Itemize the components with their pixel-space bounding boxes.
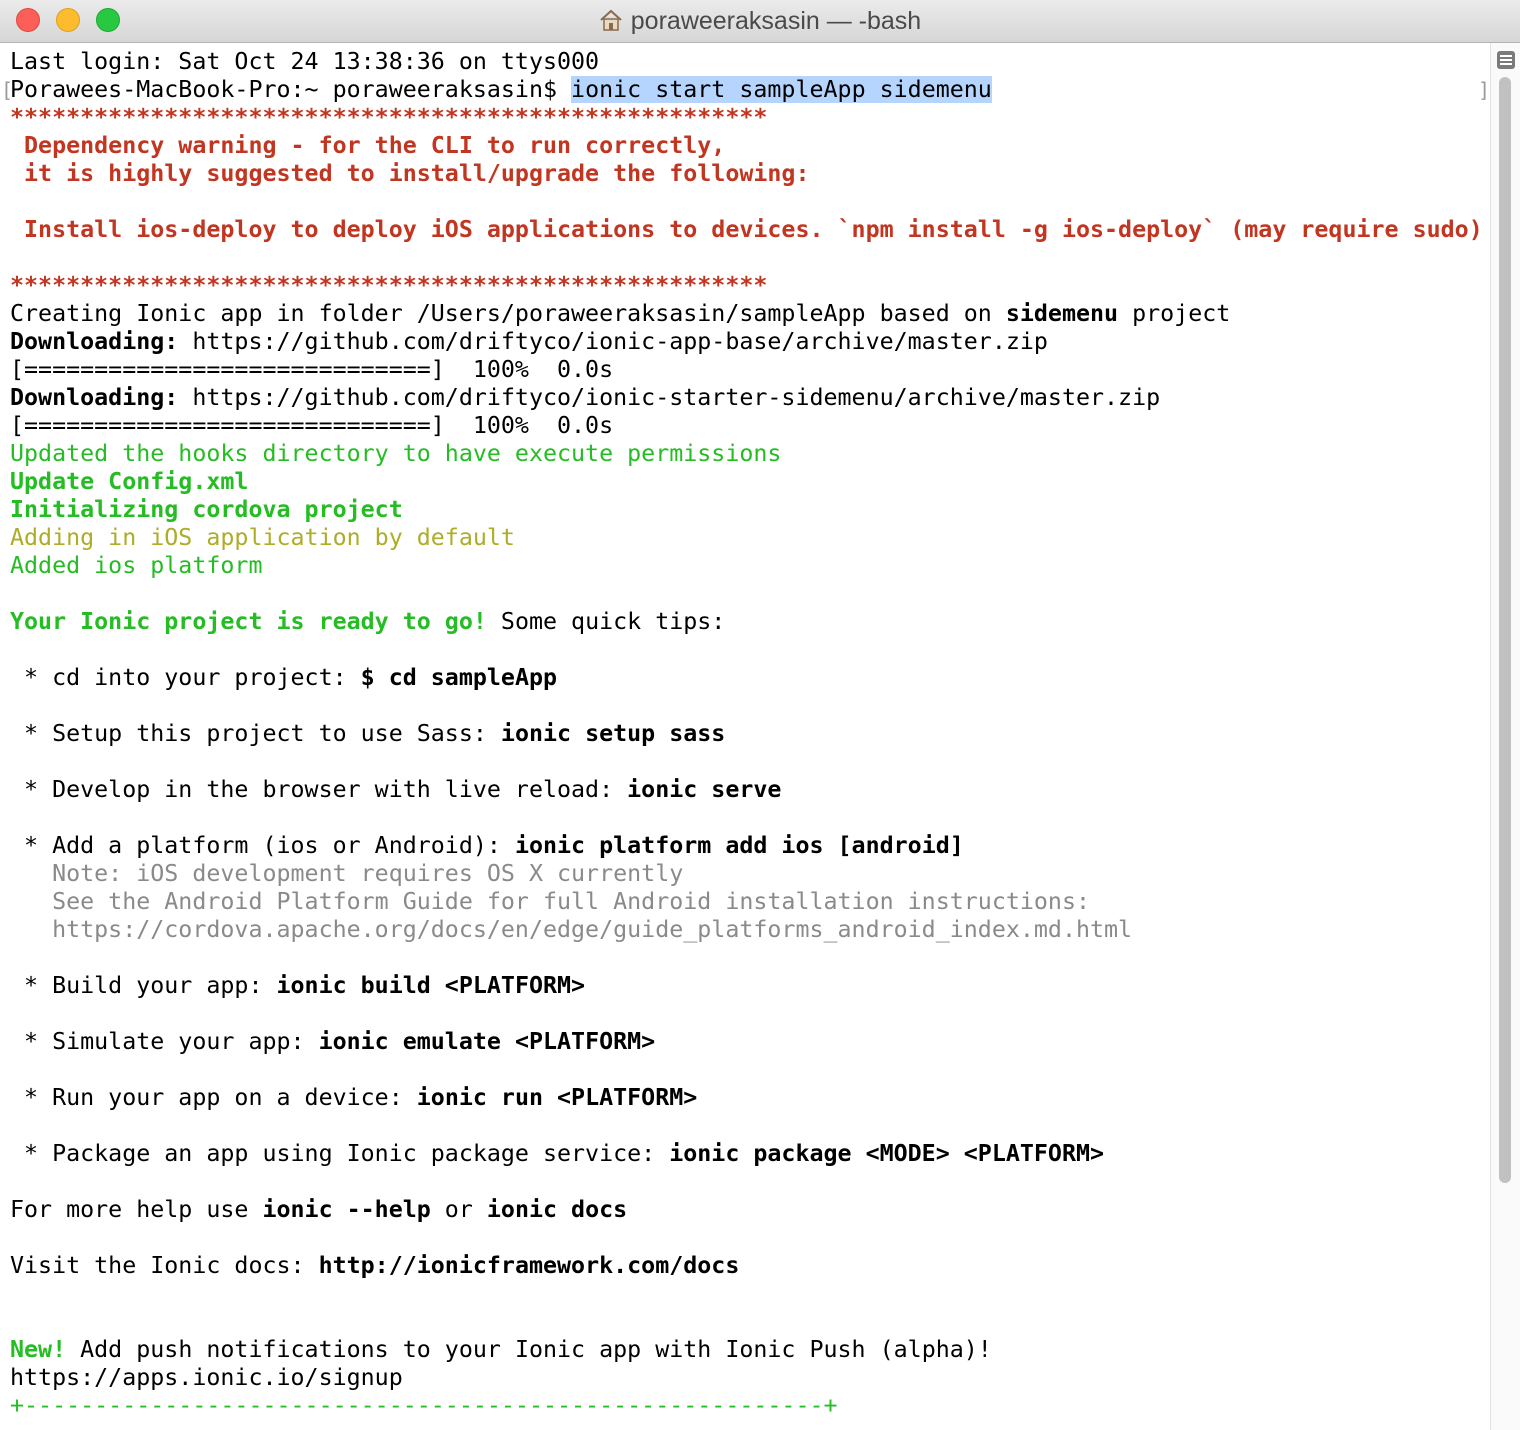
terminal-line: Last login: Sat Oct 24 13:38:36 on ttys0…: [10, 48, 599, 76]
terminal-text: * Develop in the browser with live reloa…: [10, 776, 628, 803]
terminal-text: Adding in iOS application by default: [10, 524, 515, 551]
line-mark-left: [: [1, 78, 14, 102]
terminal-line: Updated the hooks directory to have exec…: [10, 440, 781, 468]
terminal-text: ****************************************…: [10, 104, 768, 131]
terminal-text: Visit the Ionic docs:: [10, 1252, 319, 1279]
terminal-line: Adding in iOS application by default: [10, 524, 515, 552]
window-title: poraweeraksasin — -bash: [630, 7, 922, 35]
terminal-text: Downloading:: [10, 384, 179, 411]
terminal-text: ionic run <PLATFORM>: [416, 1084, 698, 1111]
terminal-text: * Setup this project to use Sass:: [10, 720, 501, 747]
terminal-line: * cd into your project: $ cd sampleApp: [10, 664, 557, 692]
terminal-line: * Develop in the browser with live reloa…: [10, 776, 781, 804]
terminal-text: Last login: Sat Oct 24 13:38:36 on ttys0…: [10, 48, 600, 75]
terminal-text: Update Config.xml: [10, 468, 249, 495]
terminal-line: Added ios platform: [10, 552, 262, 580]
terminal-line: Update Config.xml: [10, 468, 248, 496]
terminal-text: New!: [10, 1336, 67, 1363]
terminal-text: Note: iOS development requires OS X curr…: [10, 860, 684, 887]
terminal-text: Your Ionic project is ready to go!: [10, 608, 487, 635]
terminal-text: https://apps.ionic.io/signup: [10, 1364, 403, 1391]
window-title-area: poraweeraksasin — -bash: [0, 6, 1520, 39]
terminal-line: * Setup this project to use Sass: ionic …: [10, 720, 725, 748]
terminal-text: ionic emulate <PLATFORM>: [318, 1028, 656, 1055]
terminal-text: https://github.com/driftyco/ionic-starte…: [178, 384, 1161, 411]
terminal-text: * Build your app:: [10, 972, 277, 999]
terminal-line: +---------------------------------------…: [10, 1392, 838, 1420]
terminal-line: * Package an app using Ionic package ser…: [10, 1140, 1104, 1168]
title-bar[interactable]: poraweeraksasin — -bash: [0, 0, 1520, 43]
terminal-line: https://cordova.apache.org/docs/en/edge/…: [10, 916, 1132, 944]
terminal-line: * Build your app: ionic build <PLATFORM>: [10, 972, 585, 1000]
terminal-line: ****************************************…: [10, 104, 767, 132]
scrollbar-thumb[interactable]: [1499, 77, 1511, 1183]
terminal-text: * Package an app using Ionic package ser…: [10, 1140, 670, 1167]
terminal-text: it is highly suggested to install/upgrad…: [10, 160, 810, 187]
terminal-text: Install ios-deploy to deploy iOS applica…: [10, 216, 1483, 243]
terminal-window: poraweeraksasin — -bash Last login: Sat …: [0, 0, 1520, 1430]
terminal-text: $ cd sampleApp: [360, 664, 558, 691]
terminal-line: For more help use ionic --help or ionic …: [10, 1196, 627, 1224]
home-icon: [599, 8, 623, 39]
terminal-line: Porawees-MacBook-Pro:~ poraweeraksasin$ …: [10, 76, 992, 104]
terminal-line: * Add a platform (ios or Android): ionic…: [10, 832, 964, 860]
terminal-text: ionic docs: [486, 1196, 628, 1223]
terminal-text: +---------------------------------------…: [10, 1392, 838, 1419]
terminal-text: * cd into your project:: [10, 664, 361, 691]
terminal-text: [=============================] 100% 0.0…: [10, 412, 614, 439]
terminal-text: project: [1118, 300, 1231, 327]
terminal-text: Updated the hooks directory to have exec…: [10, 440, 782, 467]
terminal-text: Porawees-MacBook-Pro:~ poraweeraksasin$: [10, 76, 572, 103]
terminal-text: https://cordova.apache.org/docs/en/edge/…: [10, 916, 1133, 943]
terminal-text: ionic serve: [627, 776, 782, 803]
terminal-text: [=============================] 100% 0.0…: [10, 356, 614, 383]
terminal-text: For more help use: [10, 1196, 263, 1223]
terminal-text: ionic platform add ios [android]: [514, 832, 964, 859]
line-mark-right: ]: [1478, 78, 1490, 102]
terminal-line: Dependency warning - for the CLI to run …: [10, 132, 725, 160]
selected-command: ionic start sampleApp sidemenu: [571, 76, 992, 103]
terminal-line: New! Add push notifications to your Ioni…: [10, 1336, 992, 1364]
terminal-text: ionic setup sass: [500, 720, 726, 747]
terminal-text: ionic --help: [262, 1196, 431, 1223]
terminal-text: https://github.com/driftyco/ionic-app-ba…: [178, 328, 1048, 355]
terminal-text: ionic build <PLATFORM>: [276, 972, 586, 999]
terminal-text: Dependency warning - for the CLI to run …: [10, 132, 726, 159]
terminal-line: Install ios-deploy to deploy iOS applica…: [10, 216, 1483, 244]
terminal-line: Your Ionic project is ready to go! Some …: [10, 608, 725, 636]
terminal-line: Initializing cordova project: [10, 496, 403, 524]
terminal-text: Downloading:: [10, 328, 179, 355]
terminal-text: Some quick tips:: [486, 608, 726, 635]
terminal-line: See the Android Platform Guide for full …: [10, 888, 1090, 916]
terminal-text: See the Android Platform Guide for full …: [10, 888, 1090, 915]
terminal-line: Downloading: https://github.com/driftyco…: [10, 328, 1048, 356]
terminal-line: ****************************************…: [10, 272, 767, 300]
scrollbar-menu-icon[interactable]: [1497, 51, 1515, 69]
terminal-line: Visit the Ionic docs: http://ionicframew…: [10, 1252, 739, 1280]
terminal-line: [=============================] 100% 0.0…: [10, 412, 613, 440]
terminal-text: Creating Ionic app in folder /Users/pora…: [10, 300, 1006, 327]
terminal-text: Initializing cordova project: [10, 496, 403, 523]
terminal-text: ****************************************…: [10, 272, 768, 299]
terminal-line: it is highly suggested to install/upgrad…: [10, 160, 809, 188]
terminal-line: Creating Ionic app in folder /Users/pora…: [10, 300, 1230, 328]
terminal-text: * Add a platform (ios or Android):: [10, 832, 515, 859]
terminal-line: [=============================] 100% 0.0…: [10, 356, 613, 384]
terminal-text: http://ionicframework.com/docs: [318, 1252, 740, 1279]
terminal-text: Add push notifications to your Ionic app…: [66, 1336, 992, 1363]
terminal-text: ionic package <MODE> <PLATFORM>: [669, 1140, 1105, 1167]
terminal-text: sidemenu: [1005, 300, 1119, 327]
terminal-line: * Simulate your app: ionic emulate <PLAT…: [10, 1028, 655, 1056]
terminal-output[interactable]: Last login: Sat Oct 24 13:38:36 on ttys0…: [0, 43, 1490, 1430]
terminal-line: Note: iOS development requires OS X curr…: [10, 860, 683, 888]
terminal-text: * Simulate your app:: [10, 1028, 319, 1055]
terminal-line: https://apps.ionic.io/signup: [10, 1364, 403, 1392]
terminal-line: Downloading: https://github.com/driftyco…: [10, 384, 1160, 412]
terminal-line: * Run your app on a device: ionic run <P…: [10, 1084, 697, 1112]
terminal-text: Added ios platform: [10, 552, 263, 579]
vertical-scrollbar[interactable]: [1490, 43, 1520, 1430]
terminal-text: or: [430, 1196, 487, 1223]
terminal-text: * Run your app on a device:: [10, 1084, 417, 1111]
